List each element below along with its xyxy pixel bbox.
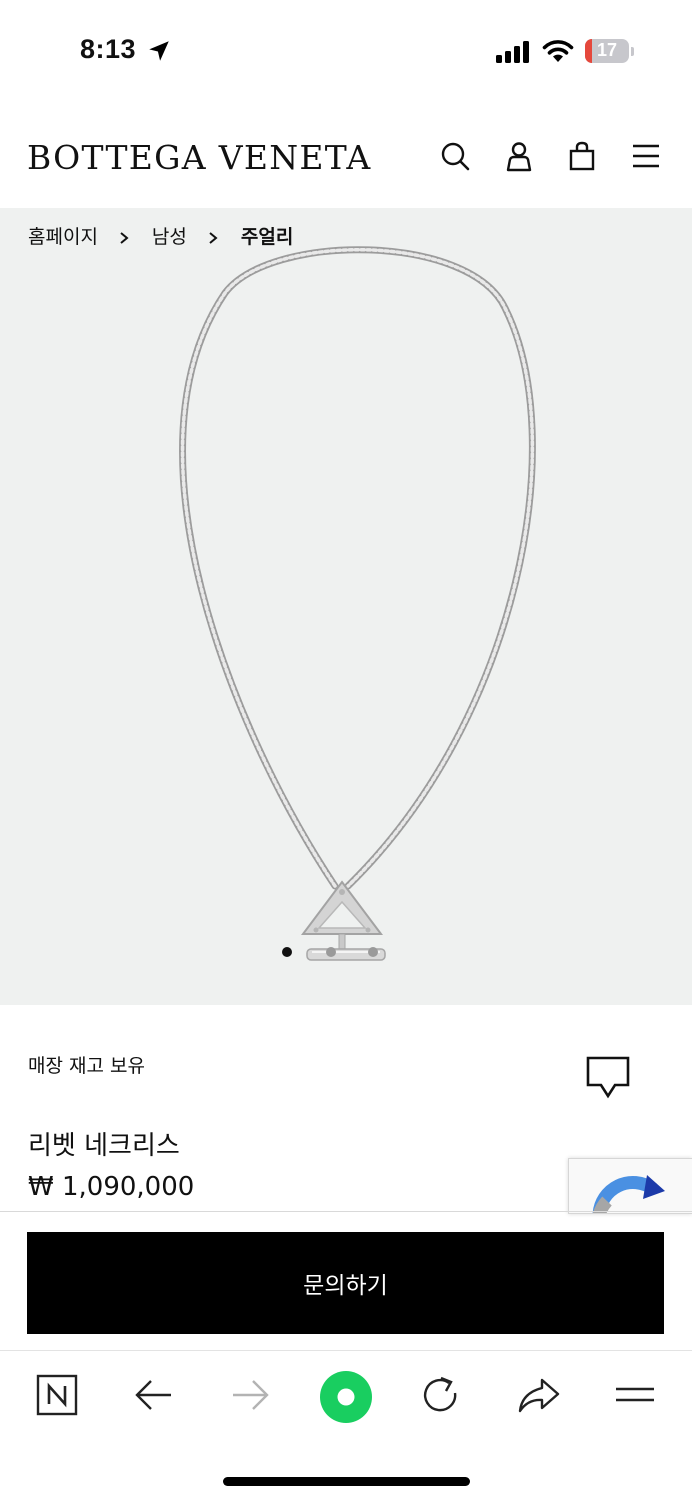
naver-n-icon[interactable] bbox=[33, 1371, 81, 1419]
pagination-dot-active[interactable] bbox=[282, 947, 292, 957]
inquiry-button[interactable]: 문의하기 bbox=[27, 1232, 664, 1334]
menu-icon[interactable] bbox=[611, 1371, 659, 1419]
wifi-icon bbox=[542, 40, 574, 62]
battery-cap bbox=[631, 47, 634, 56]
status-time: 8:13 bbox=[80, 34, 137, 64]
search-icon[interactable] bbox=[439, 140, 471, 172]
browser-toolbar bbox=[0, 1350, 692, 1500]
site-header: BOTTEGA VENETA bbox=[0, 110, 692, 205]
breadcrumb-men[interactable]: 남성 bbox=[152, 222, 187, 249]
chevron-right-icon bbox=[120, 231, 129, 244]
product-price: ₩ 1,090,000 bbox=[28, 1172, 195, 1202]
breadcrumb: 홈페이지 남성 주얼리 bbox=[28, 222, 293, 249]
account-icon[interactable] bbox=[503, 140, 535, 172]
pagination-dot[interactable] bbox=[326, 947, 336, 957]
product-name: 리벳 네크리스 bbox=[28, 1131, 180, 1161]
brand-logo[interactable]: BOTTEGA VENETA bbox=[27, 138, 371, 177]
battery-level: 17 bbox=[596, 40, 618, 60]
forward-arrow-icon[interactable] bbox=[226, 1371, 274, 1419]
back-arrow-icon[interactable] bbox=[130, 1371, 178, 1419]
battery-icon: 17 bbox=[585, 38, 635, 64]
product-image bbox=[179, 246, 536, 961]
chevron-right-icon bbox=[209, 231, 218, 244]
gallery-pagination bbox=[0, 947, 692, 961]
location-arrow-icon bbox=[149, 41, 169, 61]
chat-bubble-icon[interactable] bbox=[583, 1055, 633, 1101]
recaptcha-badge[interactable] bbox=[568, 1158, 692, 1214]
home-indicator[interactable] bbox=[223, 1477, 470, 1486]
cta-divider bbox=[0, 1211, 692, 1212]
breadcrumb-jewelry[interactable]: 주얼리 bbox=[241, 222, 293, 249]
breadcrumb-home[interactable]: 홈페이지 bbox=[28, 222, 98, 249]
stock-status: 매장 재고 보유 bbox=[28, 1055, 145, 1077]
shopping-bag-icon[interactable] bbox=[566, 140, 598, 172]
recaptcha-icon bbox=[592, 1175, 665, 1213]
status-bar: 8:13 17 bbox=[0, 0, 692, 100]
pagination-dot[interactable] bbox=[368, 947, 378, 957]
menu-icon[interactable] bbox=[630, 140, 662, 172]
cellular-signal-icon bbox=[496, 41, 529, 63]
product-gallery[interactable]: 홈페이지 남성 주얼리 bbox=[0, 208, 692, 1005]
reload-icon[interactable] bbox=[417, 1371, 465, 1419]
share-icon[interactable] bbox=[514, 1371, 562, 1419]
battery-body: 17 bbox=[585, 39, 629, 63]
naver-green-dot-icon[interactable] bbox=[318, 1369, 374, 1425]
